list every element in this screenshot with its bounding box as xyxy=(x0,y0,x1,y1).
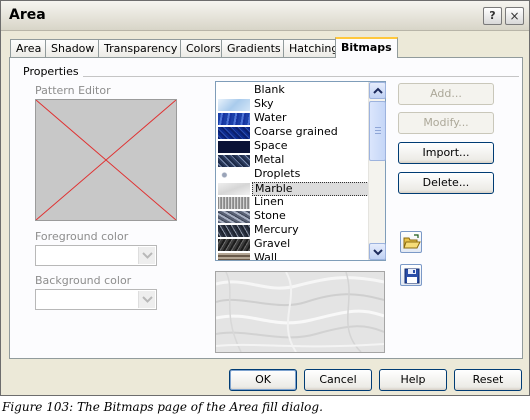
list-item-label: Mercury xyxy=(254,223,299,236)
bitmap-list-scrollbar[interactable] xyxy=(368,82,386,260)
list-item[interactable]: Stone xyxy=(216,210,369,224)
list-item[interactable]: Metal xyxy=(216,154,369,168)
bitmap-swatch xyxy=(218,85,250,97)
properties-label: Properties xyxy=(23,65,83,78)
tab-colors[interactable]: Colors xyxy=(180,39,227,57)
list-item[interactable]: Blank xyxy=(216,84,369,98)
thumb-grip xyxy=(375,133,381,134)
chevron-up-icon xyxy=(373,87,383,94)
background-color-label: Background color xyxy=(35,274,132,287)
list-item[interactable]: Water xyxy=(216,112,369,126)
list-item[interactable]: Linen xyxy=(216,196,369,210)
list-item-label: Gravel xyxy=(254,237,291,250)
bitmap-swatch xyxy=(218,155,250,167)
help-button[interactable]: Help xyxy=(379,369,447,391)
bitmap-swatch xyxy=(218,211,250,223)
close-button[interactable]: × xyxy=(505,7,524,25)
title-bar[interactable]: Area ? × xyxy=(1,1,529,31)
tab-area[interactable]: Area xyxy=(10,39,48,57)
list-item-label: Blank xyxy=(254,83,285,96)
tab-bitmaps[interactable]: Bitmaps xyxy=(335,37,398,58)
help-title-button[interactable]: ? xyxy=(483,7,502,25)
bitmap-swatch xyxy=(218,183,250,195)
reset-button[interactable]: Reset xyxy=(454,369,522,391)
open-folder-icon xyxy=(403,234,421,249)
tab-shadow[interactable]: Shadow xyxy=(45,39,101,57)
list-item[interactable]: Wall xyxy=(216,251,369,261)
ok-button[interactable]: OK xyxy=(229,369,297,391)
chevron-down-icon[interactable] xyxy=(138,291,155,308)
pattern-editor[interactable] xyxy=(35,99,177,221)
list-item-selected[interactable]: Marble xyxy=(216,182,369,196)
list-item[interactable]: Droplets xyxy=(216,168,369,182)
modify-button[interactable]: Modify... xyxy=(398,112,494,134)
bitmap-list[interactable]: Blank Sky Water Coarse grained Space Met… xyxy=(215,81,386,261)
foreground-color-select[interactable] xyxy=(35,245,157,266)
marble-preview-image xyxy=(216,272,384,352)
bitmap-swatch xyxy=(218,169,250,181)
tab-transparency[interactable]: Transparency xyxy=(98,39,184,57)
bitmap-swatch xyxy=(218,113,250,125)
area-dialog: Area ? × Area Shadow Transparency Colors… xyxy=(0,0,530,396)
bitmap-swatch xyxy=(218,239,250,251)
bitmap-swatch xyxy=(218,99,250,111)
pattern-editor-label: Pattern Editor xyxy=(35,84,111,97)
add-button[interactable]: Add... xyxy=(398,83,494,105)
list-item[interactable]: Sky xyxy=(216,98,369,112)
chevron-down-icon xyxy=(373,249,383,256)
pattern-editor-cross xyxy=(36,100,176,220)
tab-gradients[interactable]: Gradients xyxy=(221,39,287,57)
cancel-button[interactable]: Cancel xyxy=(304,369,372,391)
thumb-grip xyxy=(375,127,381,128)
list-item-label: Sky xyxy=(254,97,274,110)
background-color-select[interactable] xyxy=(35,289,157,310)
bitmap-swatch xyxy=(218,225,250,237)
scroll-down-button[interactable] xyxy=(369,243,386,260)
list-item[interactable]: Mercury xyxy=(216,224,369,238)
list-item[interactable]: Gravel xyxy=(216,238,369,252)
scroll-thumb[interactable] xyxy=(369,101,386,161)
dialog-title: Area xyxy=(9,7,46,23)
bitmap-swatch xyxy=(218,127,250,139)
import-button[interactable]: Import... xyxy=(398,142,494,164)
bitmap-swatch xyxy=(218,141,250,153)
list-item-label: Wall xyxy=(254,251,278,261)
bitmap-swatch xyxy=(218,253,250,260)
list-item-label: Marble xyxy=(252,182,369,196)
scroll-up-button[interactable] xyxy=(369,82,386,99)
list-item-label: Droplets xyxy=(254,167,301,180)
chevron-down-icon[interactable] xyxy=(138,247,155,264)
save-bitmap-list-button[interactable] xyxy=(400,264,422,286)
bitmap-preview xyxy=(215,271,385,353)
delete-button[interactable]: Delete... xyxy=(398,172,494,194)
bitmap-swatch xyxy=(218,197,250,209)
list-item-label: Space xyxy=(254,139,288,152)
list-item-label: Coarse grained xyxy=(254,125,338,138)
floppy-disk-icon xyxy=(404,268,420,284)
properties-divider xyxy=(23,76,519,77)
foreground-color-label: Foreground color xyxy=(35,230,129,243)
list-item-label: Water xyxy=(254,111,287,124)
thumb-grip xyxy=(375,130,381,131)
list-item-label: Metal xyxy=(254,153,285,166)
list-item-label: Stone xyxy=(254,209,286,222)
list-item[interactable]: Coarse grained xyxy=(216,126,369,140)
load-bitmap-list-button[interactable] xyxy=(400,231,422,253)
list-item[interactable]: Space xyxy=(216,140,369,154)
list-item-label: Linen xyxy=(254,195,284,208)
figure-caption: Figure 103: The Bitmaps page of the Area… xyxy=(2,400,323,414)
